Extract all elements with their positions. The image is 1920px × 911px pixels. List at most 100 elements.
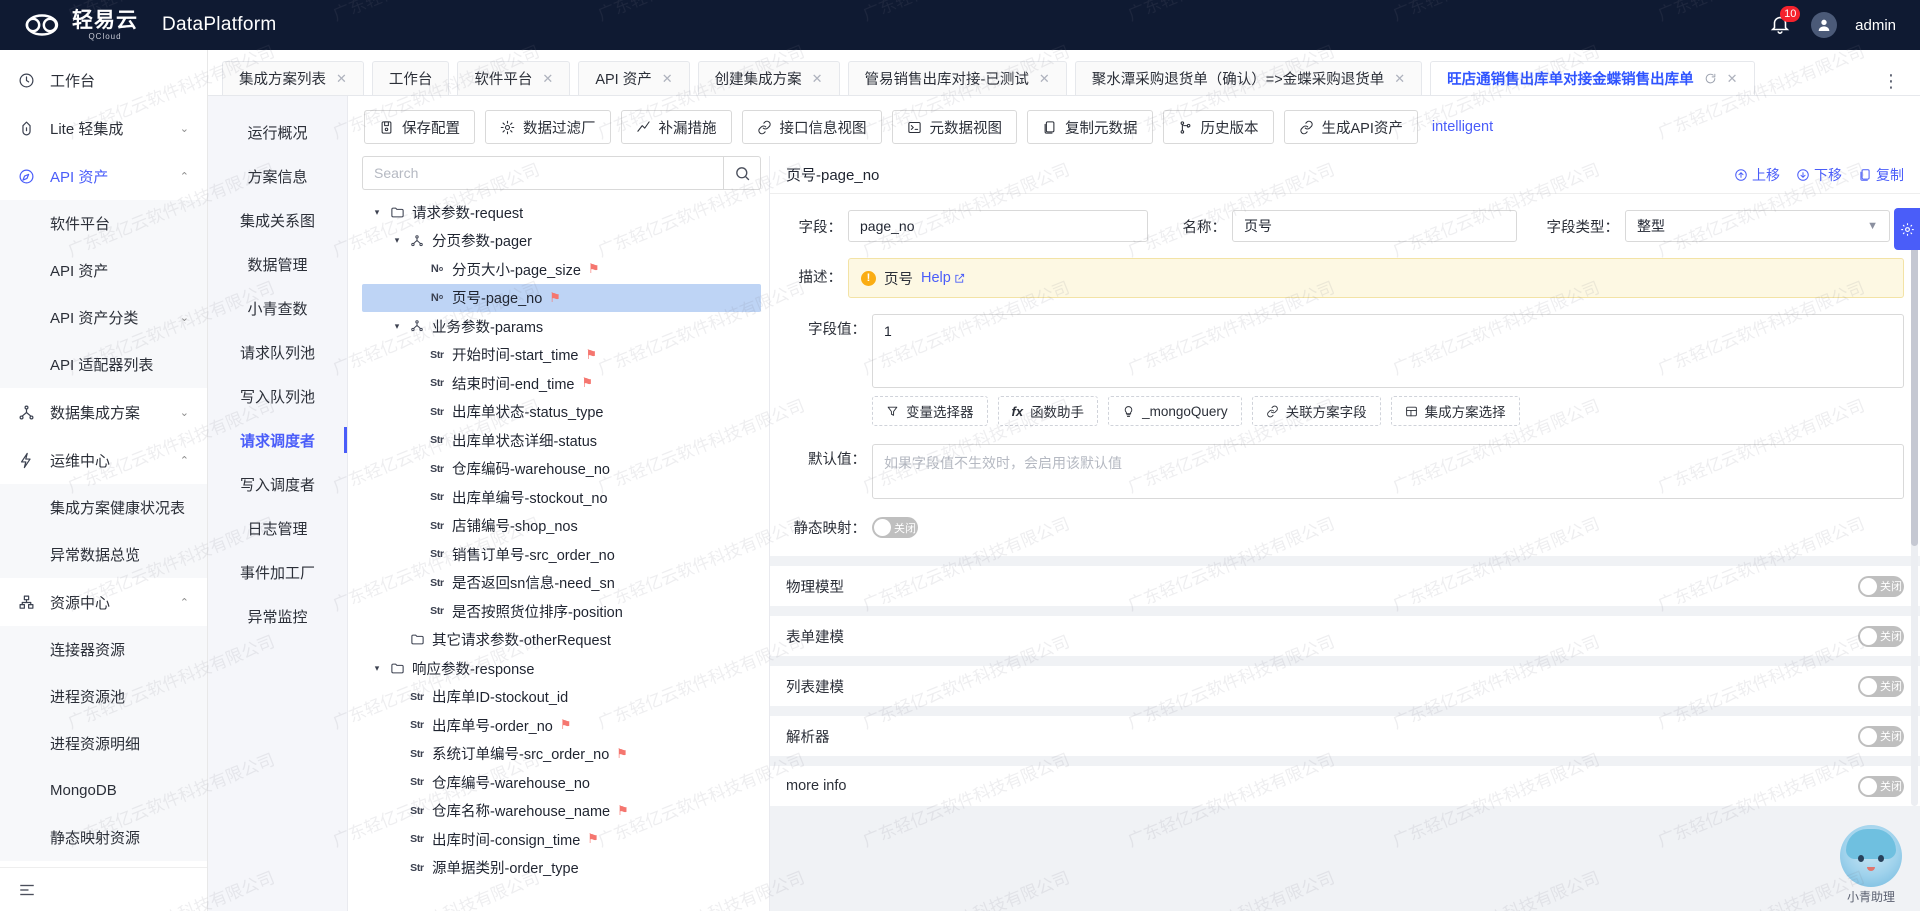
tree-node-14[interactable]: Str 是否按照货位排序-position xyxy=(362,597,761,626)
tree-node-13[interactable]: Str 是否返回sn信息-need_sn xyxy=(362,569,761,598)
sidebar-subitem-3[interactable]: 软件平台 xyxy=(0,200,207,247)
tab-close-icon[interactable]: ✕ xyxy=(662,71,673,87)
notification-bell-button[interactable]: 10 xyxy=(1769,6,1801,37)
tree-node-1[interactable]: ▾ 分页参数-pager xyxy=(362,227,761,256)
sidebar-subitem-16[interactable]: 静态映射资源 xyxy=(0,814,207,861)
help-link[interactable]: Help xyxy=(921,270,965,286)
tab-more-menu-button[interactable]: ⋮ xyxy=(1872,72,1920,95)
section-item-10[interactable]: 事件加工厂 xyxy=(208,550,347,594)
tab-4[interactable]: 创建集成方案 ✕ xyxy=(697,61,840,95)
assistant-widget[interactable]: 小青助理 xyxy=(1832,825,1910,905)
tab-1[interactable]: 工作台 xyxy=(371,61,450,95)
tab-close-icon[interactable]: ✕ xyxy=(542,71,553,87)
sidebar-item-11[interactable]: 资源中心 ⌃ xyxy=(0,578,207,626)
search-button[interactable] xyxy=(723,156,761,190)
tree-caret-icon[interactable]: ▾ xyxy=(388,235,406,246)
detail-action-1[interactable]: 下移 xyxy=(1796,165,1842,185)
tree-node-5[interactable]: Str 开始时间-start_time ⚑ xyxy=(362,341,761,370)
sidebar-subitem-14[interactable]: 进程资源明细 xyxy=(0,720,207,767)
tab-2[interactable]: 软件平台 ✕ xyxy=(457,61,571,95)
intelligent-link[interactable]: intelligent xyxy=(1432,119,1493,135)
field-code-input[interactable]: page_no xyxy=(848,210,1148,242)
value-tool-4[interactable]: 集成方案选择 xyxy=(1390,396,1520,426)
tree-node-16[interactable]: ▾ 响应参数-response xyxy=(362,654,761,683)
section-row-3[interactable]: 解析器 关闭 xyxy=(770,716,1920,756)
sidebar-subitem-9[interactable]: 集成方案健康状况表 xyxy=(0,484,207,531)
value-tool-0[interactable]: 变量选择器 xyxy=(872,396,988,426)
settings-gear-tab[interactable] xyxy=(1894,208,1920,250)
tree-node-3[interactable]: No 页号-page_no ⚑ xyxy=(362,283,761,312)
tab-close-icon[interactable]: ✕ xyxy=(812,71,823,87)
brand-logo[interactable]: 轻易云 QCloud DataPlatform xyxy=(0,10,276,41)
tree-node-19[interactable]: Str 系统订单编号-src_order_no ⚑ xyxy=(362,740,761,769)
tree-node-8[interactable]: Str 出库单状态详细-status xyxy=(362,426,761,455)
static-mapping-toggle[interactable]: 关闭 xyxy=(872,517,918,538)
tab-6[interactable]: 聚水潭采购退货单（确认）=>金蝶采购退货单 ✕ xyxy=(1074,61,1423,95)
toolbar-button-1[interactable]: 数据过滤厂 xyxy=(485,110,611,144)
tab-close-icon[interactable]: ✕ xyxy=(336,71,347,87)
section-row-toggle[interactable]: 关闭 xyxy=(1858,775,1904,797)
tree-caret-icon[interactable]: ▾ xyxy=(388,321,406,332)
sidebar-item-1[interactable]: Lite 轻集成 ⌄ xyxy=(0,104,207,152)
tab-0[interactable]: 集成方案列表 ✕ xyxy=(222,61,364,95)
tree-node-0[interactable]: ▾ 请求参数-request xyxy=(362,198,761,227)
tab-close-icon[interactable]: ✕ xyxy=(1039,71,1050,87)
tree-node-2[interactable]: No 分页大小-page_size ⚑ xyxy=(362,255,761,284)
toolbar-button-6[interactable]: 历史版本 xyxy=(1162,110,1274,144)
avatar[interactable] xyxy=(1811,12,1838,38)
tab-5[interactable]: 管易销售出库对接-已测试 ✕ xyxy=(847,61,1067,95)
tab-3[interactable]: API 资产 ✕ xyxy=(578,61,690,95)
sidebar-subitem-15[interactable]: MongoDB xyxy=(0,767,207,814)
sidebar-subitem-12[interactable]: 连接器资源 xyxy=(0,626,207,673)
sidebar-subitem-4[interactable]: API 资产 xyxy=(0,247,207,294)
sidebar-item-8[interactable]: 运维中心 ⌃ xyxy=(0,436,207,484)
section-row-toggle[interactable]: 关闭 xyxy=(1858,575,1904,597)
sidebar-item-0[interactable]: 工作台 xyxy=(0,56,207,104)
toolbar-button-2[interactable]: 补漏措施 xyxy=(620,110,732,144)
tree-node-15[interactable]: 其它请求参数-otherRequest xyxy=(362,626,761,655)
section-item-6[interactable]: 写入队列池 xyxy=(208,374,347,418)
field-value-textarea[interactable]: 1 xyxy=(872,314,1904,388)
sidebar-item-2[interactable]: API 资产 ⌃ xyxy=(0,152,207,200)
section-row-2[interactable]: 列表建模 关闭 xyxy=(770,666,1920,706)
tab-close-icon[interactable]: ✕ xyxy=(1727,71,1738,87)
toolbar-button-4[interactable]: 元数据视图 xyxy=(891,110,1017,144)
tree-node-10[interactable]: Str 出库单编号-stockout_no xyxy=(362,483,761,512)
tree-node-21[interactable]: Str 仓库名称-warehouse_name ⚑ xyxy=(362,797,761,826)
section-item-5[interactable]: 请求队列池 xyxy=(208,330,347,374)
tree-node-7[interactable]: Str 出库单状态-status_type xyxy=(362,398,761,427)
tab-7[interactable]: 旺店通销售出库单对接金蝶销售出库单 ✕ xyxy=(1430,61,1755,95)
value-tool-2[interactable]: _mongoQuery xyxy=(1108,396,1242,426)
sidebar-subitem-10[interactable]: 异常数据总览 xyxy=(0,531,207,578)
tree-node-6[interactable]: Str 结束时间-end_time ⚑ xyxy=(362,369,761,398)
vertical-scrollbar[interactable] xyxy=(1911,246,1918,806)
field-type-select[interactable]: 整型 ▼ xyxy=(1625,210,1890,242)
detail-action-2[interactable]: 复制 xyxy=(1858,165,1904,185)
section-item-8[interactable]: 写入调度者 xyxy=(208,462,347,506)
section-item-11[interactable]: 异常监控 xyxy=(208,594,347,638)
username-label[interactable]: admin xyxy=(1855,17,1896,34)
sidebar-item-7[interactable]: 数据集成方案 ⌄ xyxy=(0,388,207,436)
sidebar-subitem-5[interactable]: API 资产分类 ⌄ xyxy=(0,294,207,341)
section-row-toggle[interactable]: 关闭 xyxy=(1858,625,1904,647)
section-row-toggle[interactable]: 关闭 xyxy=(1858,725,1904,747)
sidebar-collapse-button[interactable] xyxy=(0,867,207,911)
tree-node-11[interactable]: Str 店铺编号-shop_nos xyxy=(362,512,761,541)
tree-node-12[interactable]: Str 销售订单号-src_order_no xyxy=(362,540,761,569)
tree-node-9[interactable]: Str 仓库编码-warehouse_no xyxy=(362,455,761,484)
tree-caret-icon[interactable]: ▾ xyxy=(368,663,386,674)
tab-refresh-icon[interactable] xyxy=(1704,72,1717,85)
toolbar-button-7[interactable]: 生成API资产 xyxy=(1283,110,1418,144)
tree-node-17[interactable]: Str 出库单ID-stockout_id xyxy=(362,683,761,712)
section-item-1[interactable]: 方案信息 xyxy=(208,154,347,198)
search-input[interactable] xyxy=(362,156,723,190)
section-row-1[interactable]: 表单建模 关闭 xyxy=(770,616,1920,656)
toolbar-button-0[interactable]: 保存配置 xyxy=(364,110,475,144)
tree-node-4[interactable]: ▾ 业务参数-params xyxy=(362,312,761,341)
detail-action-0[interactable]: 上移 xyxy=(1734,165,1780,185)
tab-close-icon[interactable]: ✕ xyxy=(1394,71,1405,87)
tree-node-20[interactable]: Str 仓库编号-warehouse_no xyxy=(362,768,761,797)
section-item-2[interactable]: 集成关系图 xyxy=(208,198,347,242)
toolbar-button-3[interactable]: 接口信息视图 xyxy=(741,110,882,144)
section-item-3[interactable]: 数据管理 xyxy=(208,242,347,286)
